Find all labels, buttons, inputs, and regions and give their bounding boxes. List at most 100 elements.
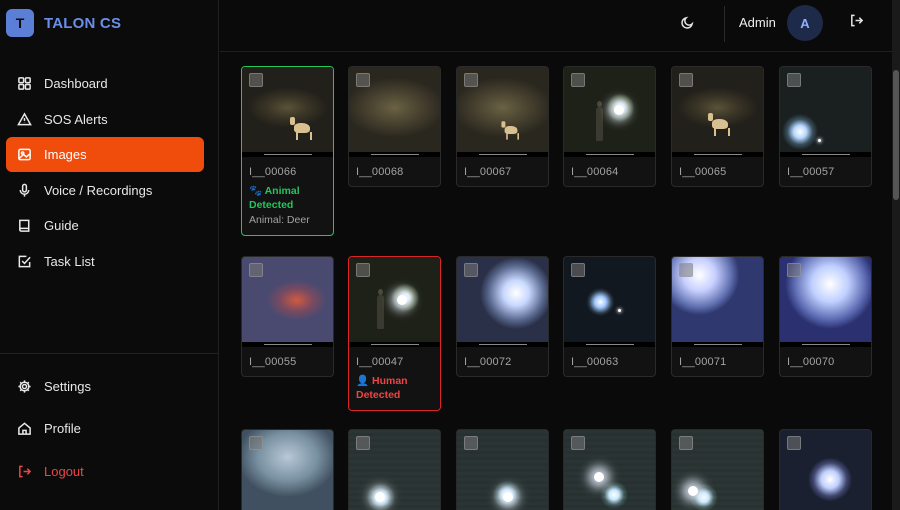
header-logout-button[interactable] <box>845 12 867 34</box>
user-name: Admin <box>739 15 776 30</box>
image-card-i-00071[interactable]: I__00071 <box>671 256 764 377</box>
select-checkbox[interactable] <box>356 263 370 277</box>
image-card[interactable] <box>563 429 656 510</box>
flashlight-glare <box>688 486 698 496</box>
person-figure <box>377 289 384 329</box>
image-card[interactable] <box>348 429 441 510</box>
light-point <box>818 139 821 142</box>
image-card-i-00070[interactable]: I__00070 <box>779 256 872 377</box>
detection-tag: 👤 Human Detected <box>356 375 408 401</box>
image-thumbnail <box>672 430 763 510</box>
image-card-i-00072[interactable]: I__00072 <box>456 256 549 377</box>
grid-icon <box>16 76 32 92</box>
image-thumbnail <box>242 257 333 347</box>
header-divider <box>724 6 725 42</box>
main-nav: Dashboard SOS Alerts Images Voice / Reco… <box>6 66 204 279</box>
image-card[interactable] <box>779 429 872 510</box>
image-thumbnail <box>564 67 655 157</box>
theme-toggle-button[interactable] <box>676 14 698 36</box>
image-card[interactable] <box>241 429 334 510</box>
sidebar-item-label: Voice / Recordings <box>44 182 153 198</box>
image-thumbnail <box>564 430 655 510</box>
checkbox-icon <box>16 253 32 269</box>
select-checkbox[interactable] <box>249 436 263 450</box>
sidebar-item-label: Dashboard <box>44 76 108 91</box>
sidebar-item-settings[interactable]: Settings <box>6 368 204 404</box>
image-card-i-00064[interactable]: I__00064 <box>563 66 656 187</box>
image-name: I__00055 <box>249 356 297 368</box>
image-name: I__00070 <box>787 356 835 368</box>
select-checkbox[interactable] <box>249 73 263 87</box>
avatar[interactable]: A <box>787 5 823 41</box>
select-checkbox[interactable] <box>787 263 801 277</box>
sidebar-item-task-list[interactable]: Task List <box>6 244 204 279</box>
timestamp-strip <box>780 342 871 347</box>
image-name: I__00066 <box>249 166 297 178</box>
sidebar-item-voice-recordings[interactable]: Voice / Recordings <box>6 173 204 208</box>
image-name: I__00047 <box>356 356 404 368</box>
image-thumbnail <box>242 430 333 510</box>
select-checkbox[interactable] <box>679 436 693 450</box>
select-checkbox[interactable] <box>464 436 478 450</box>
detection-detail: Animal: Deer <box>249 214 310 226</box>
timestamp-strip <box>349 152 440 157</box>
sidebar-item-images[interactable]: Images <box>6 137 204 172</box>
image-name: I__00065 <box>679 166 727 178</box>
light-point <box>618 309 621 312</box>
image-thumbnail <box>457 430 548 510</box>
image-thumbnail <box>780 430 871 510</box>
select-checkbox[interactable] <box>571 73 585 87</box>
sidebar-item-logout[interactable]: Logout <box>6 453 204 489</box>
sidebar-item-guide[interactable]: Guide <box>6 208 204 243</box>
timestamp-strip <box>242 342 333 347</box>
select-checkbox[interactable] <box>464 263 478 277</box>
image-name: I__00072 <box>464 356 512 368</box>
mic-icon <box>16 182 32 198</box>
select-checkbox[interactable] <box>464 73 478 87</box>
image-thumbnail <box>780 257 871 347</box>
select-checkbox[interactable] <box>356 436 370 450</box>
timestamp-strip <box>564 152 655 157</box>
logout-icon <box>16 463 32 479</box>
image-card-i-00063[interactable]: I__00063 <box>563 256 656 377</box>
image-name: I__00063 <box>571 356 619 368</box>
image-card-i-00066[interactable]: I__00066 🐾 Animal Detected Animal: Deer <box>241 66 334 236</box>
timestamp-strip <box>457 342 548 347</box>
app-root: T TALON CS Dashboard SOS Alerts Images V… <box>0 0 900 510</box>
select-checkbox[interactable] <box>787 73 801 87</box>
scrollbar-thumb[interactable] <box>893 70 899 200</box>
image-card-i-00055[interactable]: I__00055 <box>241 256 334 377</box>
select-checkbox[interactable] <box>679 73 693 87</box>
person-figure <box>596 101 603 141</box>
image-card-i-00067[interactable]: I__00067 <box>456 66 549 187</box>
timestamp-strip <box>564 342 655 347</box>
deer-figure <box>290 117 312 140</box>
image-thumbnail <box>672 67 763 157</box>
select-checkbox[interactable] <box>571 263 585 277</box>
sidebar-item-dashboard[interactable]: Dashboard <box>6 66 204 101</box>
image-card[interactable] <box>456 429 549 510</box>
image-card-i-00047[interactable]: I__00047 👤 Human Detected <box>348 256 441 411</box>
select-checkbox[interactable] <box>571 436 585 450</box>
image-thumbnail <box>349 430 440 510</box>
image-card-i-00068[interactable]: I__00068 <box>348 66 441 187</box>
select-checkbox[interactable] <box>679 263 693 277</box>
sidebar-item-profile[interactable]: Profile <box>6 411 204 447</box>
select-checkbox[interactable] <box>249 263 263 277</box>
image-card-i-00065[interactable]: I__00065 <box>671 66 764 187</box>
image-card[interactable] <box>671 429 764 510</box>
select-checkbox[interactable] <box>356 73 370 87</box>
select-checkbox[interactable] <box>787 436 801 450</box>
image-icon <box>16 147 32 163</box>
image-grid: I__00066 🐾 Animal Detected Animal: Deer … <box>220 52 892 510</box>
image-name: I__00064 <box>571 166 619 178</box>
book-icon <box>16 218 32 234</box>
detection-tag: 🐾 Animal Detected <box>249 185 300 211</box>
image-name: I__00071 <box>679 356 727 368</box>
top-header: Admin A <box>220 0 892 52</box>
image-thumbnail <box>349 257 440 347</box>
image-card-i-00057[interactable]: I__00057 <box>779 66 872 187</box>
image-name: I__00068 <box>356 166 404 178</box>
brand[interactable]: T TALON CS <box>6 9 121 37</box>
sidebar-item-sos-alerts[interactable]: SOS Alerts <box>6 102 204 137</box>
